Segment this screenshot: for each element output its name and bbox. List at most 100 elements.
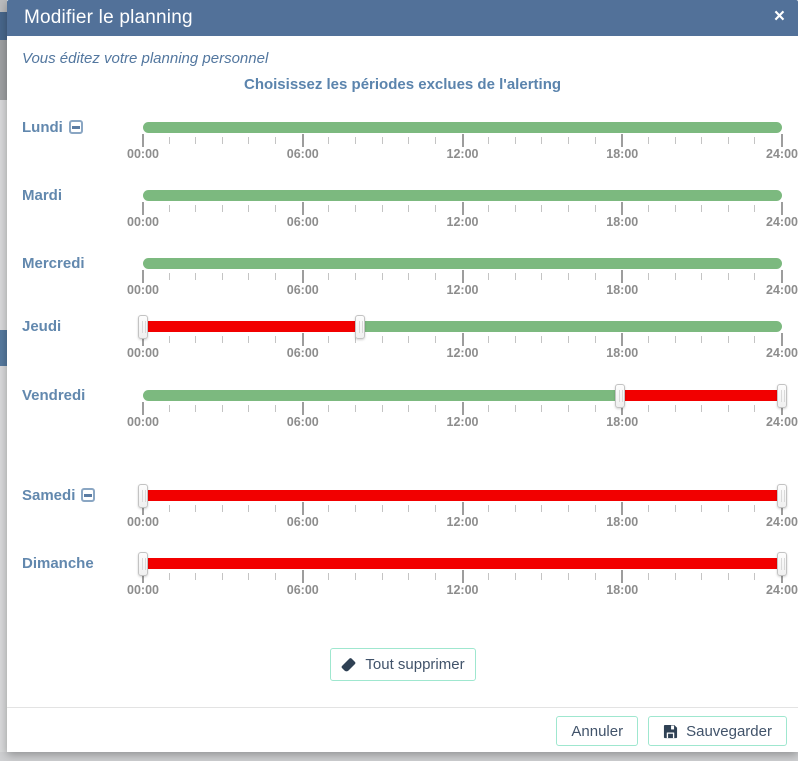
time-range-slider[interactable]: 00:0006:0012:0018:0024:00 <box>143 258 782 298</box>
time-range-slider[interactable]: 00:0006:0012:0018:0024:00 <box>143 190 782 230</box>
tick-mark <box>488 505 489 512</box>
time-range-slider[interactable]: 00:0006:0012:0018:0024:00 <box>143 321 782 361</box>
tick-mark <box>728 505 729 512</box>
tick-mark <box>275 205 276 212</box>
time-range-slider[interactable]: 00:0006:0012:0018:0024:00 <box>143 122 782 162</box>
tick-mark <box>781 134 783 147</box>
day-label: Jeudi <box>22 318 61 335</box>
slider-handle[interactable] <box>777 552 787 576</box>
close-icon[interactable]: × <box>774 4 785 30</box>
day-row-samedi: Samedi 00:0006:0012:0018:0024:00 <box>7 490 798 550</box>
tick-mark <box>302 202 304 215</box>
modal-title: Modifier le planning <box>7 7 193 29</box>
tick-mark <box>754 573 755 580</box>
tick-mark <box>408 405 409 412</box>
tick-mark <box>328 573 329 580</box>
tick-label: 24:00 <box>766 415 798 429</box>
slider-handle[interactable] <box>777 484 787 508</box>
tick-mark <box>701 205 702 212</box>
tick-mark <box>728 405 729 412</box>
tick-mark <box>568 137 569 144</box>
tick-mark <box>222 273 223 280</box>
slider-handle[interactable] <box>138 315 148 339</box>
slider-handle[interactable] <box>355 315 365 339</box>
included-period-segment[interactable] <box>360 321 782 332</box>
excluded-period-segment[interactable] <box>143 490 782 501</box>
tick-mark <box>595 205 596 212</box>
tick-label: 12:00 <box>447 283 479 297</box>
tick-mark <box>488 205 489 212</box>
tick-mark <box>781 333 783 346</box>
tick-mark <box>195 137 196 144</box>
tick-label: 00:00 <box>127 147 159 161</box>
tick-label: 12:00 <box>447 346 479 360</box>
time-range-slider[interactable]: 00:0006:0012:0018:0024:00 <box>143 558 782 598</box>
day-label: Vendredi <box>22 387 85 404</box>
background-navbar-sliver <box>0 12 7 40</box>
tick-label: 18:00 <box>606 583 638 597</box>
save-button[interactable]: Sauvegarder <box>648 716 787 746</box>
slider-handle[interactable] <box>138 484 148 508</box>
tick-label: 12:00 <box>447 515 479 529</box>
tick-label: 06:00 <box>287 283 319 297</box>
tick-mark <box>435 336 436 343</box>
tick-mark <box>408 205 409 212</box>
slider-handle[interactable] <box>615 384 625 408</box>
tick-mark <box>435 505 436 512</box>
tick-mark <box>515 573 516 580</box>
tick-mark <box>382 273 383 280</box>
tick-mark <box>222 505 223 512</box>
tick-label: 18:00 <box>606 346 638 360</box>
tick-mark <box>595 137 596 144</box>
tick-mark <box>355 137 356 144</box>
floppy-disk-icon <box>663 724 678 739</box>
tick-mark <box>488 405 489 412</box>
tick-mark <box>195 573 196 580</box>
tick-mark <box>675 205 676 212</box>
tick-mark <box>675 573 676 580</box>
included-period-segment[interactable] <box>143 190 782 201</box>
tick-mark <box>328 336 329 343</box>
tick-mark <box>408 273 409 280</box>
slider-handle[interactable] <box>777 384 787 408</box>
tick-mark <box>195 273 196 280</box>
tick-mark <box>754 505 755 512</box>
time-range-slider[interactable]: 00:0006:0012:0018:0024:00 <box>143 390 782 430</box>
day-row-mercredi: Mercredi 00:0006:0012:0018:0024:00 <box>7 258 798 318</box>
slider-handle[interactable] <box>138 552 148 576</box>
excluded-period-segment[interactable] <box>143 321 360 332</box>
day-row-vendredi: Vendredi 00:0006:0012:0018:0024:00 <box>7 390 798 450</box>
excluded-period-segment[interactable] <box>143 558 782 569</box>
tick-mark <box>142 270 144 283</box>
tick-mark <box>462 202 464 215</box>
tick-mark <box>568 205 569 212</box>
included-period-segment[interactable] <box>143 258 782 269</box>
background-strip <box>0 100 7 330</box>
tick-label: 12:00 <box>447 415 479 429</box>
tick-mark <box>248 205 249 212</box>
day-row-lundi: Lundi 00:0006:0012:0018:0024:00 <box>7 122 798 182</box>
clear-all-button[interactable]: Tout supprimer <box>330 648 476 681</box>
cancel-button[interactable]: Annuler <box>556 716 638 746</box>
tick-mark <box>275 137 276 144</box>
tick-mark <box>648 205 649 212</box>
time-range-slider[interactable]: 00:0006:0012:0018:0024:00 <box>143 490 782 530</box>
excluded-period-segment[interactable] <box>620 390 782 401</box>
tick-mark <box>328 405 329 412</box>
minus-square-icon[interactable] <box>69 120 83 134</box>
tick-mark <box>142 202 144 215</box>
tick-mark <box>541 137 542 144</box>
modal-subtitle: Vous éditez votre planning personnel <box>22 50 268 67</box>
tick-mark <box>382 573 383 580</box>
tick-mark <box>701 505 702 512</box>
tick-mark <box>754 336 755 343</box>
included-period-segment[interactable] <box>143 122 782 133</box>
tick-mark <box>435 137 436 144</box>
included-period-segment[interactable] <box>143 390 620 401</box>
tick-mark <box>701 137 702 144</box>
tick-mark <box>435 273 436 280</box>
minus-square-icon[interactable] <box>81 488 95 502</box>
tick-mark <box>382 405 383 412</box>
tick-label: 00:00 <box>127 583 159 597</box>
tick-mark <box>248 336 249 343</box>
